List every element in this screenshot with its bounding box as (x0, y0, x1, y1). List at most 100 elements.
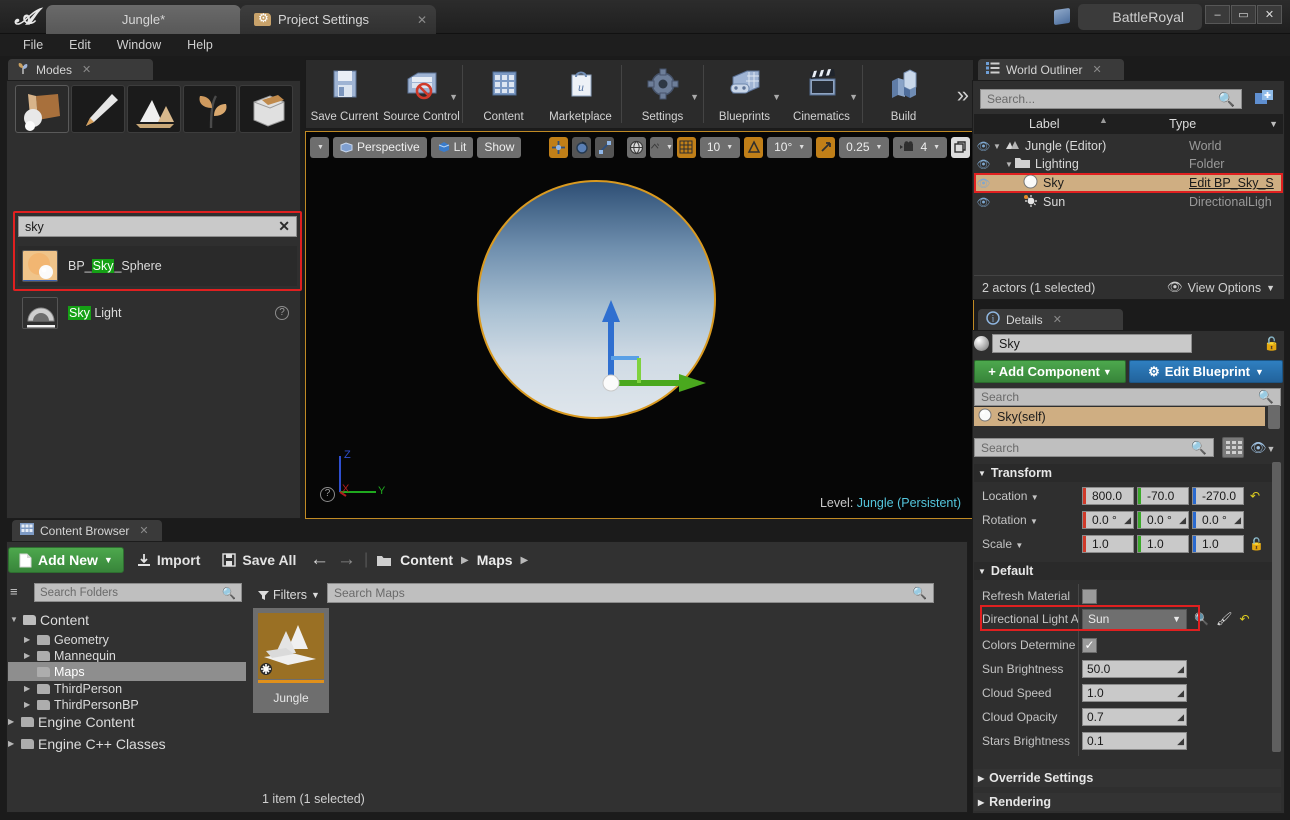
tree-collapse-icon[interactable]: ≡ (10, 584, 18, 599)
menu-file[interactable]: File (10, 34, 56, 56)
location-z-input[interactable]: -270.0 (1192, 487, 1244, 505)
window-minimize-button[interactable]: – (1205, 5, 1230, 24)
expand-triangle-icon[interactable]: ▶ (24, 700, 33, 709)
breadcrumb-maps[interactable]: Maps (477, 552, 513, 568)
edit-blueprint-button[interactable]: ⚙ Edit Blueprint ▼ (1129, 360, 1283, 383)
asset-tile-jungle[interactable]: Jungle (253, 608, 329, 713)
outliner-view-options[interactable]: 👁 View Options ▼ (1167, 280, 1275, 295)
visibility-eye-icon[interactable]: 👁 (974, 196, 993, 209)
stars-brightness-input[interactable]: 0.1 ◢ (1082, 732, 1187, 750)
grid-snap-value[interactable]: 10 ▼ (699, 136, 741, 158)
expand-triangle-icon[interactable]: ▶ (8, 739, 17, 748)
outliner-add-button[interactable] (1255, 90, 1274, 108)
tree-item-engine-cpp-classes[interactable]: ▶ Engine C++ Classes (8, 734, 166, 753)
rotation-y-input[interactable]: 0.0 ° ◢ (1137, 511, 1189, 529)
section-header-rendering[interactable]: ▶ Rendering (974, 793, 1281, 811)
location-y-input[interactable]: -70.0 (1137, 487, 1189, 505)
add-component-button[interactable]: + Add Component ▼ (974, 360, 1126, 383)
reset-to-default-icon[interactable]: ↶ (1250, 489, 1260, 503)
expand-triangle-icon[interactable]: ▼ (1005, 160, 1015, 169)
angle-snap-toggle[interactable] (744, 136, 764, 158)
expand-triangle-icon[interactable]: ▶ (24, 684, 33, 693)
column-options-icon[interactable]: ▼ (1269, 119, 1278, 129)
menu-help[interactable]: Help (174, 34, 226, 56)
cloud-speed-input[interactable]: 1.0 ◢ (1082, 684, 1187, 702)
outliner-row-lighting[interactable]: 👁 ▼ Lighting Folder (974, 155, 1283, 173)
location-x-input[interactable]: 800.0 (1082, 487, 1134, 505)
scale-lock-icon[interactable]: 🔓 (1249, 537, 1264, 551)
rotation-x-input[interactable]: 0.0 ° ◢ (1082, 511, 1134, 529)
section-header-override-settings[interactable]: ▶ Override Settings (974, 769, 1281, 787)
add-new-button[interactable]: Add New ▼ (8, 547, 124, 573)
world-space-button[interactable] (626, 136, 646, 158)
details-tab[interactable]: i Details ✕ (978, 309, 1123, 330)
expand-triangle-icon[interactable]: ▶ (24, 651, 33, 660)
expand-triangle-icon[interactable]: ▶ (24, 635, 33, 644)
toolbar-source-control[interactable]: Source Control ▼ (383, 60, 460, 128)
details-lock-icon[interactable]: 🔓 (1264, 336, 1280, 352)
translate-tool-button[interactable] (549, 136, 569, 158)
foliage-mode-icon[interactable] (183, 85, 237, 133)
column-type[interactable]: Type (1169, 117, 1269, 131)
close-icon[interactable]: ✕ (1092, 63, 1101, 76)
back-icon[interactable]: ← (310, 549, 329, 571)
expand-triangle-icon[interactable]: ▼ (10, 615, 19, 624)
chevron-down-icon[interactable]: ▼ (772, 92, 781, 102)
geometry-mode-icon[interactable] (239, 85, 293, 133)
visibility-eye-icon[interactable]: 👁 (974, 158, 993, 171)
chevron-down-icon[interactable]: ▼ (690, 92, 699, 102)
property-visibility-options[interactable]: 👁▼ (1250, 440, 1275, 456)
close-icon[interactable]: ✕ (417, 13, 427, 27)
close-icon[interactable]: ✕ (1053, 313, 1062, 326)
toolbar-build[interactable]: Build (865, 60, 942, 128)
expand-triangle-icon[interactable]: ▼ (993, 142, 1005, 151)
window-maximize-button[interactable]: ▭ (1231, 5, 1256, 24)
outliner-row-jungle-editor[interactable]: 👁 ▼ Jungle (Editor) World (974, 137, 1283, 155)
asset-result-bp-sky-sphere[interactable]: BP_Sky_Sphere (18, 246, 297, 286)
rotate-tool-button[interactable] (572, 136, 592, 158)
toolbar-settings[interactable]: Settings ▼ (624, 60, 701, 128)
chevron-down-icon[interactable]: ▼ (449, 92, 458, 102)
section-header-default[interactable]: ▼ Default (974, 562, 1281, 580)
toolbar-cinematics[interactable]: Cinematics ▼ (783, 60, 860, 128)
toolbar-overflow-button[interactable]: » (957, 82, 969, 108)
menu-edit[interactable]: Edit (56, 34, 104, 56)
asset-search-input[interactable]: Search Maps 🔍 (327, 583, 934, 603)
import-button[interactable]: Import (128, 547, 210, 573)
content-browser-tab[interactable]: Content Browser ✕ (12, 520, 162, 541)
actor-name-input[interactable]: Sky (992, 334, 1192, 353)
angle-snap-value[interactable]: 10° ▼ (767, 136, 813, 158)
viewport-camera-mode-button[interactable]: Perspective (332, 136, 427, 158)
modes-panel-tab[interactable]: Modes ✕ (8, 59, 153, 80)
toolbar-save-current[interactable]: Save Current (306, 60, 383, 128)
scale-y-input[interactable]: 1.0 (1137, 535, 1189, 553)
toolbar-blueprints[interactable]: Blueprints ▼ (706, 60, 783, 128)
viewport-options-button[interactable]: ▼ (310, 136, 329, 158)
refresh-material-checkbox[interactable] (1082, 588, 1097, 604)
viewport-shading-button[interactable]: Lit (430, 136, 474, 158)
modes-search-input[interactable]: sky ✕ (18, 216, 297, 237)
rotation-z-input[interactable]: 0.0 ° ◢ (1192, 511, 1244, 529)
filters-button[interactable]: Filters ▼ (258, 585, 320, 605)
colors-determine-checkbox[interactable]: ✓ (1082, 637, 1097, 653)
details-scrollbar[interactable] (1272, 462, 1281, 752)
toolbar-content[interactable]: Content (465, 60, 542, 128)
tab-project-settings[interactable]: Project Settings ✕ (240, 5, 436, 34)
breadcrumb-content[interactable]: Content (400, 552, 453, 568)
scale-x-input[interactable]: 1.0 (1082, 535, 1134, 553)
section-header-transform[interactable]: ▼ Transform (974, 464, 1281, 482)
grid-snap-toggle[interactable] (676, 136, 696, 158)
scale-tool-button[interactable] (595, 136, 615, 158)
property-search-input[interactable]: Search 🔍 (974, 438, 1214, 457)
surface-snap-button[interactable]: ▼ (649, 136, 673, 158)
cloud-opacity-input[interactable]: 0.7 ◢ (1082, 708, 1187, 726)
visibility-eye-icon[interactable]: 👁 (974, 140, 993, 153)
landscape-mode-icon[interactable] (127, 85, 181, 133)
help-icon[interactable]: ? (275, 306, 289, 320)
outliner-search-input[interactable]: Search... 🔍 (980, 89, 1242, 109)
component-list-scrollbar[interactable] (1268, 405, 1280, 429)
outliner-row-sun[interactable]: 👁 Sun DirectionalLigh (974, 193, 1283, 211)
tab-jungle[interactable]: Jungle* (46, 5, 241, 34)
place-mode-icon[interactable] (15, 85, 69, 133)
camera-speed-control[interactable]: 4 ▼ (893, 136, 948, 158)
